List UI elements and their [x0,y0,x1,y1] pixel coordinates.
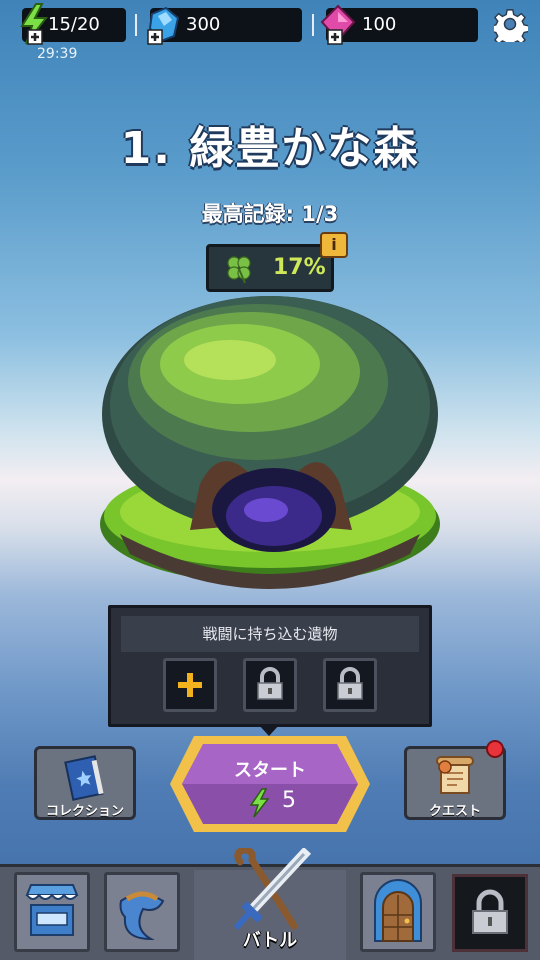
door-icon [374,879,422,942]
collection-button[interactable]: コレクション [34,746,136,820]
ruby-value: 100 [362,14,397,35]
relic-slot-add[interactable] [163,658,217,712]
luck-percent: 17% [273,255,326,280]
energy-timer: 29:39 [37,46,78,62]
sword-staff-icon [233,848,312,930]
best-record: 最高記録: 1/3 [201,202,339,226]
scroll-icon [436,756,474,794]
relic-slot-locked[interactable] [243,658,297,712]
lightning-icon [249,788,270,818]
pink-gem-icon [320,4,356,45]
lock-icon [337,667,363,700]
relic-panel-header: 戦闘に持ち込む遺物 [121,616,419,652]
nav-battle-label: バトル [242,930,298,951]
relic-panel: 戦闘に持ち込む遺物 [108,605,432,727]
collection-label: コレクション [45,804,124,819]
blue-crystal-icon [147,6,180,45]
divider [135,14,137,36]
scarf-icon [119,891,165,941]
panel-pointer [258,724,280,736]
forest-island-illustration [100,296,440,589]
nav-shop[interactable] [14,872,90,952]
clover-icon [227,256,251,284]
shop-icon [25,884,79,936]
info-button[interactable]: i [320,232,348,258]
gear-icon[interactable] [494,8,528,42]
quest-notification-dot [486,740,504,758]
nav-door[interactable] [360,872,436,952]
start-cost: 5 [282,788,296,813]
start-label: スタート [234,760,306,781]
plus-icon [178,673,202,697]
nav-equipment[interactable] [104,872,180,952]
stage-title: 1. 緑豊かな森 [120,123,420,174]
lightning-icon [20,3,49,45]
gem-value: 300 [186,14,221,35]
lock-icon [472,889,508,934]
nav-locked[interactable] [452,874,528,952]
relic-slot-locked[interactable] [323,658,377,712]
lock-icon [257,667,283,700]
book-icon [64,755,104,801]
energy-value: 15/20 [48,14,100,35]
quest-label: クエスト [428,804,481,819]
divider [312,14,314,36]
